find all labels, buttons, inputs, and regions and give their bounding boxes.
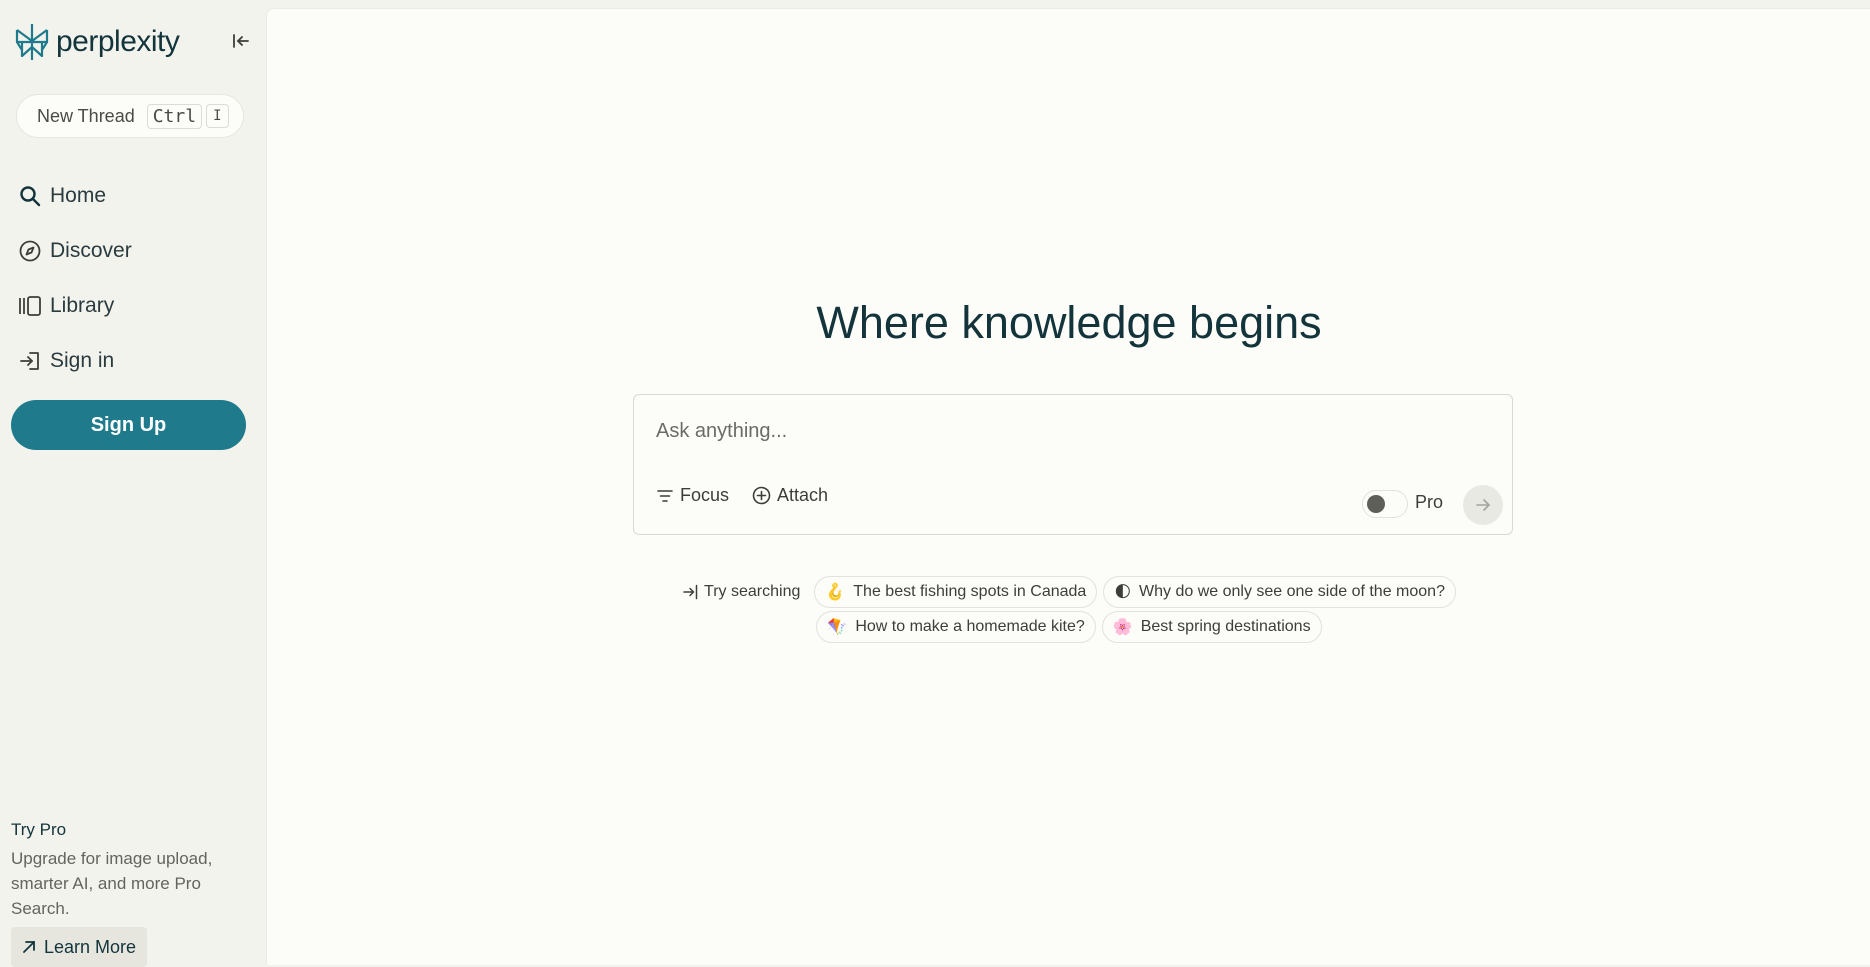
suggestion-chip[interactable]: 🌓 Why do we only see one side of the moo…	[1103, 576, 1456, 608]
sign-in-icon	[20, 351, 39, 370]
fishing-hook-icon: 🪝	[825, 584, 846, 601]
learn-more-button[interactable]: Learn More	[11, 927, 148, 967]
library-icon	[19, 295, 41, 316]
compass-icon	[19, 240, 41, 261]
submit-button[interactable]	[1463, 485, 1503, 525]
kite-icon: 🪁	[827, 619, 848, 636]
suggestions-row-2: 🪁 How to make a homemade kite? 🌸 Best sp…	[267, 611, 1870, 643]
try-searching-text: Try searching	[704, 583, 801, 600]
main-panel: Where knowledge begins Focus Attach Pro	[266, 8, 1870, 965]
perplexity-logo-icon	[15, 24, 49, 60]
sidebar-item-label: Sign in	[50, 348, 115, 372]
plus-circle-icon	[752, 486, 771, 505]
pro-toggle[interactable]	[1362, 490, 1408, 518]
try-pro-description: Upgrade for image upload, smarter AI, an…	[11, 849, 213, 918]
sidebar-item-label: Home	[50, 183, 107, 207]
new-thread-label: New Thread	[37, 105, 135, 126]
try-pro-panel: Try Pro Upgrade for image upload, smarte…	[11, 820, 251, 967]
flower-icon: 🌸	[1112, 619, 1133, 636]
filter-icon	[657, 489, 673, 502]
search-icon	[20, 185, 41, 206]
logo[interactable]: perplexity	[14, 22, 180, 62]
pro-toggle-knob	[1367, 495, 1385, 513]
attach-label: Attach	[777, 485, 829, 505]
sign-up-button[interactable]: Sign Up	[11, 400, 246, 450]
sidebar-item-library[interactable]: Library	[18, 278, 132, 333]
suggestions-row-1: Try searching 🪝 The best fishing spots i…	[267, 576, 1870, 608]
moon-icon: 🌓	[1114, 584, 1131, 601]
try-searching-label: Try searching	[682, 576, 800, 608]
shortcut-key-i: I	[206, 104, 229, 128]
search-box: Focus Attach Pro	[633, 394, 1513, 535]
arrow-up-right-icon	[23, 941, 35, 953]
brand-name: perplexity	[56, 25, 180, 58]
suggestion-chip[interactable]: 🪁 How to make a homemade kite?	[816, 611, 1096, 643]
search-input[interactable]	[654, 413, 1478, 449]
sidebar-item-label: Library	[50, 293, 115, 317]
shortcut-key-ctrl: Ctrl	[146, 103, 203, 129]
attach-button[interactable]: Attach	[752, 485, 828, 506]
sidebar-item-label: Discover	[50, 238, 132, 262]
arrow-into-icon	[683, 584, 698, 600]
sidebar-item-home[interactable]: Home	[18, 168, 132, 223]
collapse-sidebar-icon[interactable]	[230, 30, 252, 52]
suggestion-label: Why do we only see one side of the moon?	[1139, 583, 1445, 600]
sidebar: perplexity New Thread Ctrl I Home Discov…	[0, 0, 266, 967]
new-thread-button[interactable]: New Thread Ctrl I	[16, 94, 244, 138]
sidebar-item-sign-in[interactable]: Sign in	[18, 333, 132, 388]
arrow-right-icon	[1476, 499, 1490, 511]
suggestion-label: The best fishing spots in Canada	[853, 583, 1087, 600]
pro-label: Pro	[1415, 492, 1444, 512]
sidebar-nav: Home Discover Library Sign in	[18, 168, 132, 388]
suggestion-chip[interactable]: 🌸 Best spring destinations	[1101, 611, 1322, 643]
suggestion-chip[interactable]: 🪝 The best fishing spots in Canada	[814, 576, 1098, 608]
page-title: Where knowledge begins	[816, 297, 1322, 348]
sidebar-item-discover[interactable]: Discover	[18, 223, 132, 278]
suggestion-label: Best spring destinations	[1140, 618, 1311, 635]
suggestion-label: How to make a homemade kite?	[855, 618, 1085, 635]
learn-more-label: Learn More	[44, 936, 137, 957]
try-pro-title: Try Pro	[11, 820, 67, 839]
focus-button[interactable]: Focus	[656, 485, 729, 506]
focus-label: Focus	[680, 485, 730, 505]
